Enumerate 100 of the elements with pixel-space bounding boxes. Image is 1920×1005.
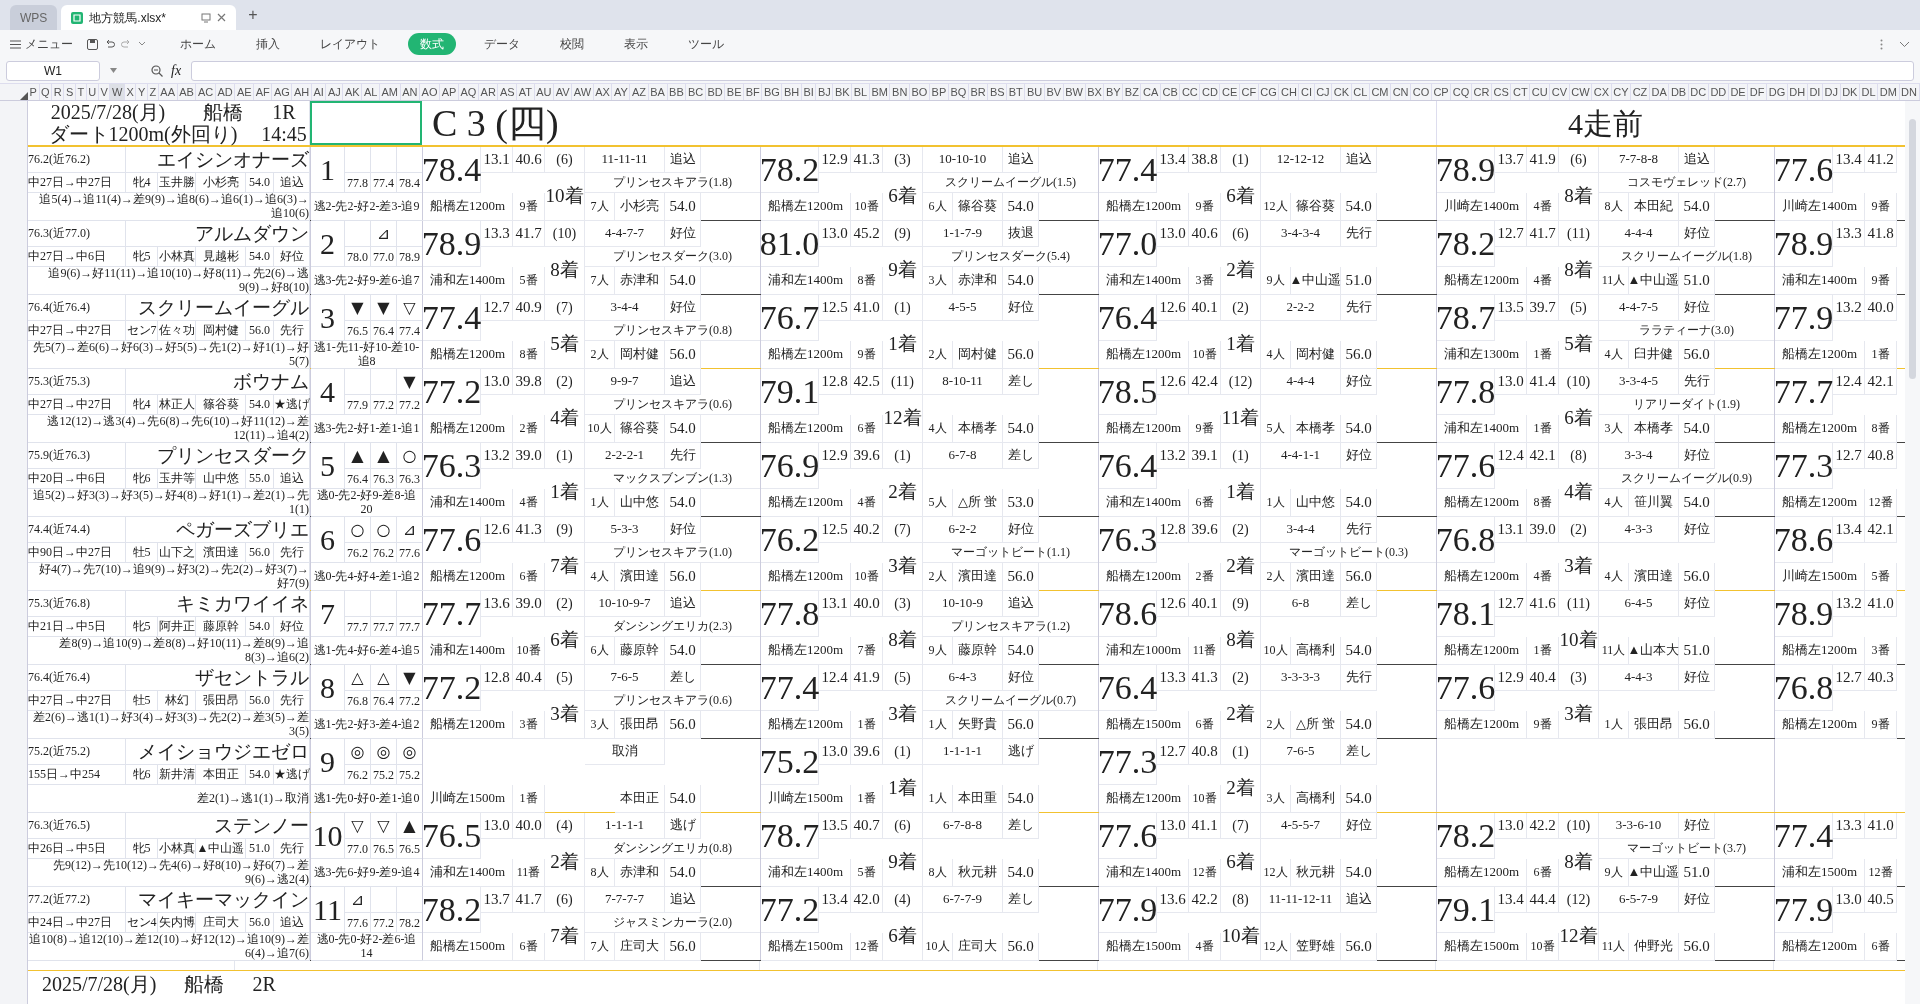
column-header[interactable]: AO: [420, 84, 441, 100]
column-header[interactable]: CJ: [1314, 84, 1333, 100]
column-header[interactable]: CO: [1411, 84, 1432, 100]
column-header[interactable]: BN: [890, 84, 910, 100]
column-header[interactable]: BG: [762, 84, 783, 100]
column-header[interactable]: AL: [362, 84, 380, 100]
column-header[interactable]: AD: [215, 84, 236, 100]
column-header[interactable]: CG: [1258, 84, 1280, 100]
column-header[interactable]: CV: [1550, 84, 1570, 100]
column-header[interactable]: BE: [725, 84, 745, 100]
column-header[interactable]: CW: [1569, 84, 1593, 100]
column-header[interactable]: R: [52, 84, 65, 100]
zoom-icon[interactable]: [151, 64, 163, 77]
column-header[interactable]: CC: [1180, 84, 1201, 100]
column-header[interactable]: CL: [1351, 84, 1370, 100]
column-header[interactable]: AF: [254, 84, 273, 100]
column-header[interactable]: AM: [379, 84, 401, 100]
window-icon[interactable]: [201, 12, 212, 23]
dropdown-caret-icon[interactable]: [110, 68, 117, 73]
ribbon-tab[interactable]: レイアウト: [308, 33, 392, 55]
new-tab-button[interactable]: +: [240, 3, 266, 27]
column-header[interactable]: CH: [1279, 84, 1300, 100]
redo-icon[interactable]: [121, 39, 132, 49]
column-header[interactable]: CZ: [1631, 84, 1650, 100]
column-header[interactable]: BW: [1063, 84, 1086, 100]
column-header[interactable]: CR: [1471, 84, 1492, 100]
column-header[interactable]: CD: [1200, 84, 1221, 100]
column-header[interactable]: AB: [177, 84, 197, 100]
column-header[interactable]: AU: [534, 84, 555, 100]
ribbon-tab[interactable]: データ: [472, 33, 532, 55]
name-box[interactable]: W1: [6, 60, 100, 81]
column-header[interactable]: BS: [988, 84, 1008, 100]
column-header[interactable]: BK: [833, 84, 853, 100]
column-header[interactable]: CA: [1141, 84, 1161, 100]
column-header[interactable]: AH: [292, 84, 312, 100]
save-icon[interactable]: [87, 38, 98, 50]
column-header[interactable]: Z: [147, 84, 159, 100]
column-header[interactable]: AP: [440, 84, 459, 100]
column-header[interactable]: BP: [930, 84, 949, 100]
column-header[interactable]: DK: [1840, 84, 1860, 100]
column-header[interactable]: W: [110, 84, 125, 100]
column-header[interactable]: AV: [554, 84, 573, 100]
column-header[interactable]: AN: [400, 84, 420, 100]
formula-input[interactable]: [191, 60, 1914, 81]
column-header[interactable]: CP: [1431, 84, 1452, 100]
column-header[interactable]: CT: [1511, 84, 1531, 100]
column-header[interactable]: DA: [1649, 84, 1670, 100]
column-header[interactable]: CS: [1491, 84, 1512, 100]
column-header[interactable]: CE: [1220, 84, 1240, 100]
column-header[interactable]: BB: [667, 84, 687, 100]
column-header[interactable]: AI: [311, 84, 327, 100]
column-header[interactable]: CU: [1530, 84, 1551, 100]
column-header[interactable]: AS: [498, 84, 518, 100]
column-header[interactable]: CK: [1332, 84, 1352, 100]
column-header[interactable]: AE: [235, 84, 255, 100]
undo-icon[interactable]: [104, 39, 115, 49]
column-header[interactable]: AG: [272, 84, 293, 100]
column-header[interactable]: DD: [1708, 84, 1729, 100]
column-header[interactable]: CN: [1391, 84, 1412, 100]
ribbon-tab[interactable]: 挿入: [244, 33, 292, 55]
ribbon-tab[interactable]: ホーム: [168, 33, 228, 55]
column-header[interactable]: DB: [1669, 84, 1689, 100]
column-header[interactable]: DM: [1878, 84, 1900, 100]
column-header[interactable]: CF: [1239, 84, 1259, 100]
column-header[interactable]: BJ: [816, 84, 834, 100]
column-header[interactable]: BA: [648, 84, 668, 100]
column-header[interactable]: BY: [1104, 84, 1124, 100]
column-header[interactable]: BL: [852, 84, 870, 100]
column-header[interactable]: X: [124, 84, 137, 100]
column-header[interactable]: AA: [158, 84, 178, 100]
column-header[interactable]: AT: [517, 84, 535, 100]
app-tab[interactable]: WPS: [10, 5, 58, 30]
function-label[interactable]: fx: [171, 60, 182, 81]
close-icon[interactable]: [217, 13, 227, 22]
column-header[interactable]: CM: [1369, 84, 1392, 100]
column-header[interactable]: BX: [1085, 84, 1105, 100]
column-header[interactable]: AC: [196, 84, 216, 100]
column-header[interactable]: CQ: [1451, 84, 1472, 100]
column-header[interactable]: DJ: [1822, 84, 1841, 100]
column-header[interactable]: AW: [572, 84, 594, 100]
ribbon-tab[interactable]: 表示: [612, 33, 660, 55]
menu-button[interactable]: メニュー: [10, 35, 73, 53]
chevron-down-icon[interactable]: [1899, 40, 1910, 48]
column-header[interactable]: BC: [686, 84, 706, 100]
column-header[interactable]: BI: [801, 84, 817, 100]
column-header[interactable]: AR: [479, 84, 499, 100]
scrollbar-thumb[interactable]: [1909, 119, 1916, 379]
column-header[interactable]: AY: [612, 84, 631, 100]
column-header[interactable]: AZ: [630, 84, 649, 100]
column-header[interactable]: BH: [782, 84, 802, 100]
document-tab[interactable]: 地方競馬.xlsx*: [61, 5, 237, 30]
column-header[interactable]: CY: [1611, 84, 1632, 100]
column-header[interactable]: BT: [1007, 84, 1026, 100]
column-header[interactable]: CX: [1592, 84, 1612, 100]
column-header[interactable]: BO: [909, 84, 930, 100]
column-header[interactable]: U: [86, 84, 99, 100]
more-icon[interactable]: [1880, 38, 1883, 50]
column-header[interactable]: T: [75, 84, 87, 100]
column-header[interactable]: Q: [39, 84, 53, 100]
column-header[interactable]: DI: [1807, 84, 1823, 100]
